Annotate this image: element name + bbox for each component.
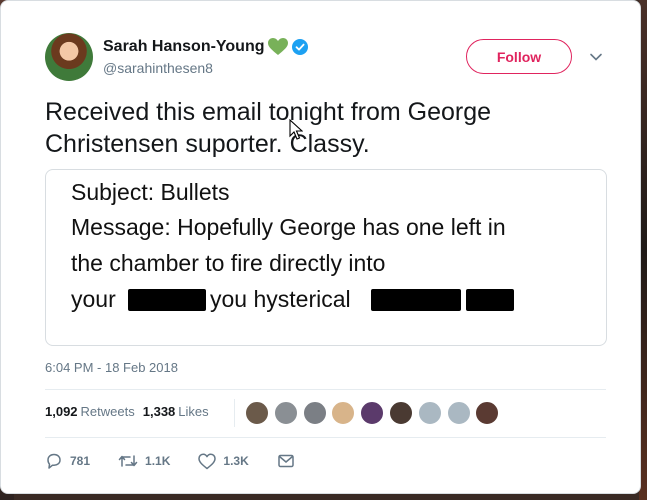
like-button[interactable]: 1.3K: [198, 452, 249, 470]
verified-badge-icon: [291, 39, 308, 55]
divider: [45, 437, 606, 438]
envelope-icon: [278, 454, 294, 468]
email-message-line: you hysterical: [210, 286, 351, 312]
likes-label[interactable]: Likes: [178, 404, 208, 419]
display-name[interactable]: Sarah Hanson-Young: [103, 38, 265, 56]
divider: [45, 389, 606, 390]
email-message-line: the chamber to fire directly into: [71, 250, 386, 276]
user-handle[interactable]: @sarahinthesen8: [103, 60, 213, 76]
stats-separator: [234, 399, 235, 427]
like-count: 1.3K: [223, 454, 249, 468]
tweet-text: Received this email tonight from George …: [45, 96, 615, 160]
media-card[interactable]: Subject: Bullets Message: Hopefully Geor…: [45, 169, 607, 346]
chevron-down-icon[interactable]: [588, 49, 604, 65]
redaction-block: [466, 289, 514, 311]
likers-avatars: [245, 401, 504, 425]
reply-button[interactable]: 781: [45, 452, 90, 470]
email-message-line: Message: Hopefully George has one left i…: [71, 214, 506, 240]
retweets-label[interactable]: Retweets: [81, 404, 135, 419]
liker-avatar[interactable]: [331, 401, 356, 425]
liker-avatar[interactable]: [417, 401, 442, 425]
avatar[interactable]: [45, 33, 93, 81]
heart-icon: [198, 452, 217, 469]
liker-avatar[interactable]: [446, 401, 471, 425]
name-row: Sarah Hanson-Young: [103, 38, 308, 56]
engagement-stats: 1,092 Retweets 1,338 Likes: [45, 404, 209, 419]
redaction-block: [128, 289, 206, 311]
follow-button[interactable]: Follow: [466, 39, 572, 74]
redaction-block: [371, 289, 461, 311]
reply-icon: [47, 453, 61, 469]
liker-avatar[interactable]: [475, 401, 500, 425]
tweet-actions: 781 1.1K 1.3K: [45, 452, 330, 470]
green-heart-icon: [267, 38, 288, 56]
retweet-icon: [118, 455, 138, 467]
email-subject: Subject: Bullets: [71, 179, 230, 205]
tweet-card: Sarah Hanson-Young @sarahinthesen8 Follo…: [0, 0, 641, 494]
liker-avatar[interactable]: [302, 401, 327, 425]
retweet-count: 1.1K: [145, 454, 171, 468]
liker-avatar[interactable]: [245, 401, 269, 425]
liker-avatar[interactable]: [273, 401, 298, 425]
reply-count: 781: [70, 454, 91, 468]
tweet-text-line: Received this email tonight from George: [45, 98, 492, 126]
liker-avatar[interactable]: [388, 401, 413, 425]
retweets-count[interactable]: 1,092: [45, 404, 78, 419]
likes-count[interactable]: 1,338: [143, 404, 176, 419]
email-message-line: your: [71, 286, 116, 312]
tweet-timestamp[interactable]: 6:04 PM - 18 Feb 2018: [45, 360, 178, 375]
tweet-text-line: Christensen suporter. Classy.: [45, 130, 370, 158]
retweet-button[interactable]: 1.1K: [118, 452, 170, 470]
liker-avatar[interactable]: [360, 401, 385, 425]
direct-message-button[interactable]: [277, 453, 302, 469]
mouse-cursor-icon: [289, 118, 304, 141]
